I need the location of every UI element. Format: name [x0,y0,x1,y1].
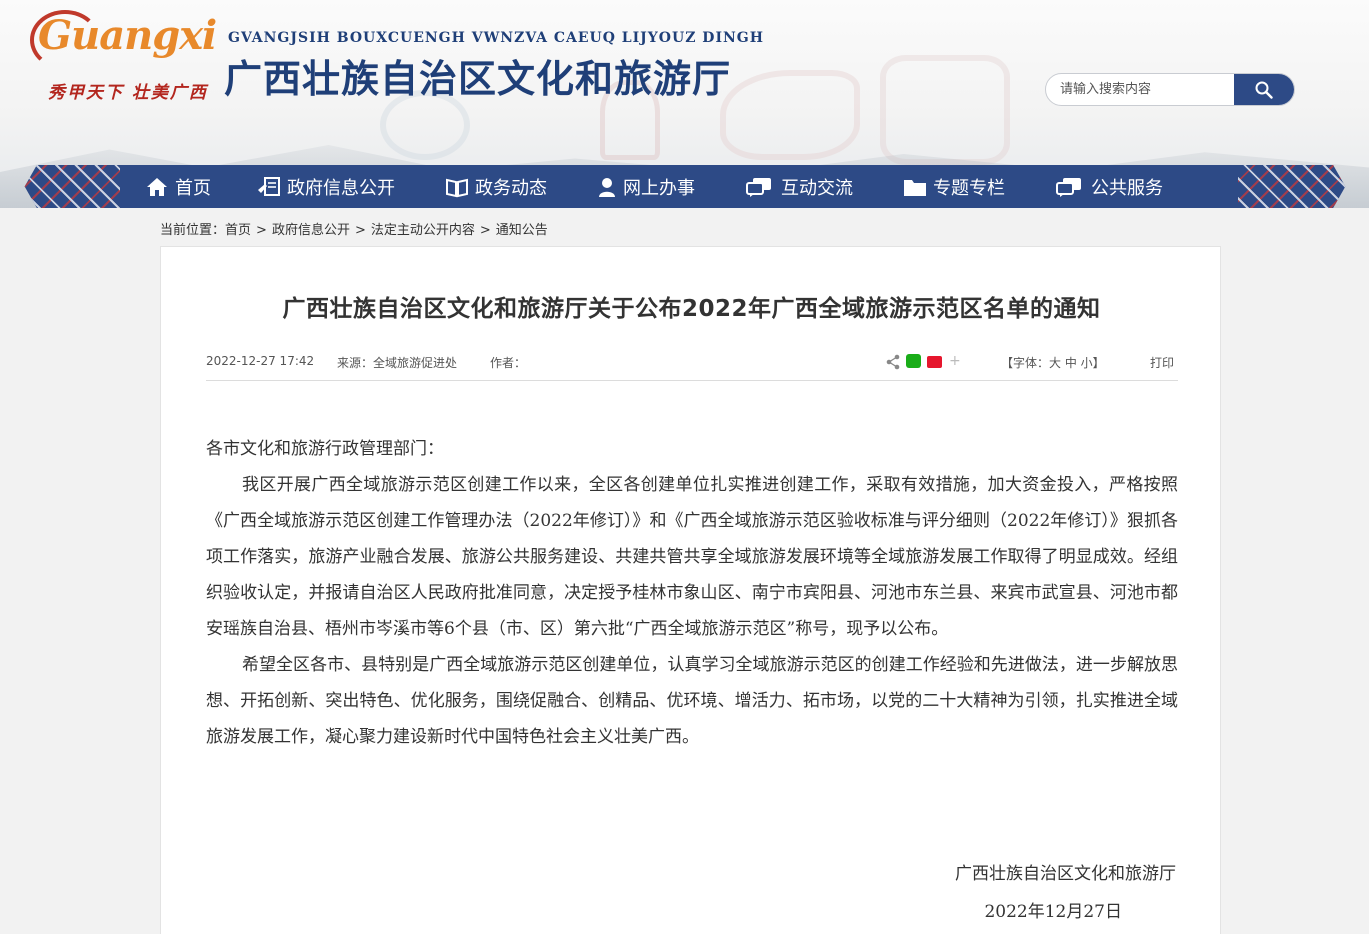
nav-item-gov-info[interactable]: 政府信息公开 [257,165,395,208]
service-icon [1055,176,1085,198]
nav-item-label: 专题专栏 [933,177,1005,199]
search-button[interactable] [1234,74,1294,105]
article-meta: 2022-12-27 17:42 来源：全域旅游促进处 作者： + 【字体：大 … [206,347,1178,381]
share-icon[interactable] [886,354,900,373]
nav-item-home[interactable]: 首页 [145,165,211,208]
nav-item-label: 网上办事 [623,177,695,199]
nav-ornament-left [24,165,132,208]
breadcrumb-prefix: 当前位置： [160,223,226,238]
more-share-icon[interactable]: + [949,354,961,368]
nav-item-label: 互动交流 [781,177,853,199]
article-datetime: 2022-12-27 17:42 [206,354,315,368]
breadcrumb-item-gov-info[interactable]: 政府信息公开 [272,223,350,238]
site-logo[interactable]: Guangxi 秀甲天下 壮美广西 [30,8,217,103]
article-salutation: 各市文化和旅游行政管理部门： [206,439,444,459]
nav-item-interaction[interactable]: 互动交流 [745,165,853,208]
breadcrumb-item-statutory[interactable]: 法定主动公开内容 [371,223,475,238]
main-nav: 首页 政府信息公开 政务动态 网上办事 互动交流 专题专栏 公共服务 [0,165,1369,210]
font-size-control[interactable]: 【字体：大 中 小】 [1001,354,1105,371]
weibo-share-icon[interactable] [927,356,942,368]
article-paragraph: 我区开展广西全域旅游示范区创建工作以来，全区各创建单位扎实推进创建工作，采取有效… [206,475,1178,639]
breadcrumb-item-home[interactable]: 首页 [225,223,251,238]
site-subtitle: GVANGJSIH BOUXCUENGH VWNZVA CAEUQ LIJYOU… [228,30,764,46]
breadcrumb-separator: > [256,223,267,238]
article-source: 来源：全域旅游促进处 [337,356,458,370]
nav-item-gov-news[interactable]: 政务动态 [445,165,547,208]
search-input[interactable] [1046,74,1236,105]
book-icon [445,176,469,198]
breadcrumb-separator: > [354,223,366,238]
search-box [1045,73,1295,106]
wechat-share-icon[interactable] [906,354,921,368]
breadcrumb-separator: > [479,223,491,238]
breadcrumb: 当前位置：首页 > 政府信息公开 > 法定主动公开内容 > 通知公告 [160,219,548,238]
article-body: 各市文化和旅游行政管理部门： 我区开展广西全域旅游示范区创建工作以来，全区各创建… [206,431,1178,755]
nav-item-label: 政府信息公开 [287,177,395,199]
nav-item-label: 政务动态 [475,177,547,199]
nav-item-label: 公共服务 [1091,177,1163,199]
user-icon [597,176,617,198]
breadcrumb-item-notices[interactable]: 通知公告 [496,223,548,238]
share-bar: + [886,354,966,370]
search-icon [1255,81,1273,99]
logo-slogan: 秀甲天下 壮美广西 [48,83,208,103]
home-icon [145,176,169,198]
site-title[interactable]: 广西壮族自治区文化和旅游厅 [224,48,731,103]
nav-item-special-topics[interactable]: 专题专栏 [903,165,1005,208]
nav-item-public-services[interactable]: 公共服务 [1055,165,1163,208]
chat-icon [745,176,775,198]
article-signature: 广西壮族自治区文化和旅游厅 [955,864,1176,884]
document-icon [257,176,281,198]
decorative-pattern [720,70,860,160]
article-sign-date: 2022年12月27日 [984,902,1122,922]
article-author: 作者： [490,356,527,370]
folder-icon [903,176,927,198]
nav-item-online-services[interactable]: 网上办事 [597,165,695,208]
decorative-pattern [880,55,1010,165]
article-title: 广西壮族自治区文化和旅游厅关于公布2022年广西全域旅游示范区名单的通知 [282,296,1101,322]
logo-wordmark: Guangxi [38,12,217,59]
print-link[interactable]: 打印 [1150,354,1174,371]
nav-item-label: 首页 [175,177,211,199]
article-panel: 广西壮族自治区文化和旅游厅关于公布2022年广西全域旅游示范区名单的通知 202… [160,246,1221,934]
nav-ornament-right [1238,165,1346,208]
article-paragraph: 希望全区各市、县特别是广西全域旅游示范区创建单位，认真学习全域旅游示范区的创建工… [206,655,1178,747]
